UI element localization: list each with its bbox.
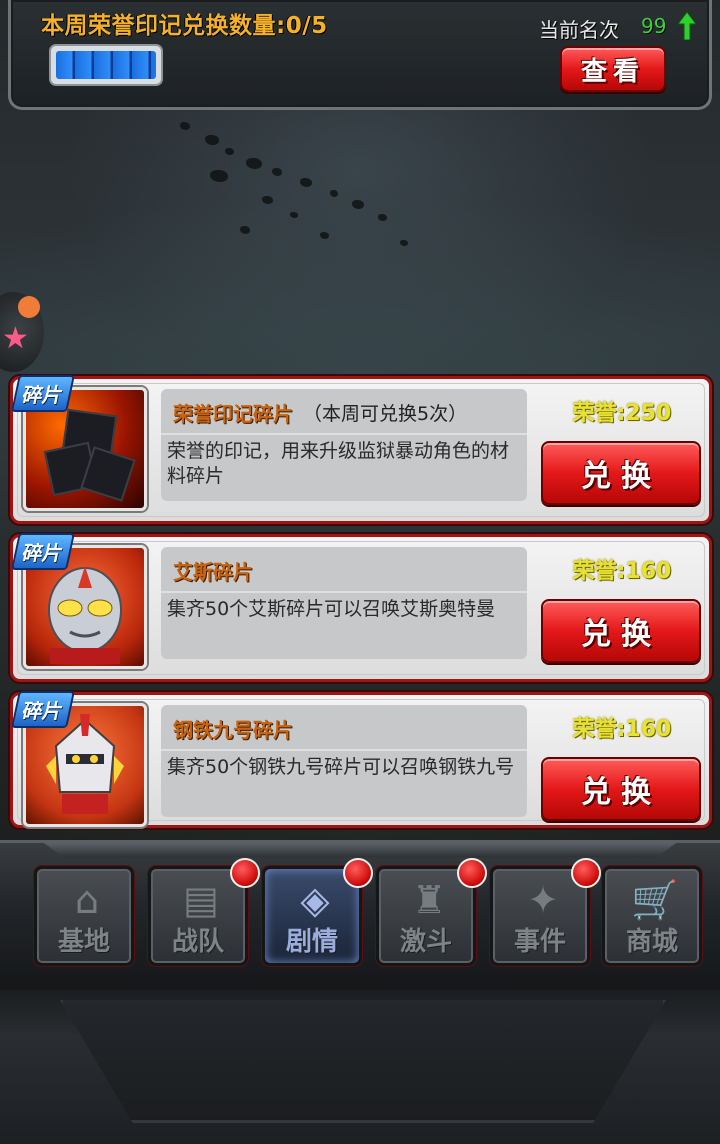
nav-base[interactable]: ⌂ 基地 <box>34 866 134 966</box>
item-name: 艾斯碎片 <box>173 559 253 584</box>
notification-dot <box>571 858 601 888</box>
progress-bar-fill <box>56 51 156 79</box>
exchange-button[interactable]: 兑换 <box>541 599 701 663</box>
nav-label: 事件 <box>513 927 566 957</box>
nav-label: 商城 <box>625 927 678 957</box>
view-ranking-button[interactable]: 查看 <box>560 46 666 92</box>
notification-dot <box>343 858 373 888</box>
item-description: 集齐50个艾斯碎片可以召唤艾斯奥特曼 <box>167 598 496 620</box>
exchange-button[interactable]: 兑换 <box>541 441 701 505</box>
exchange-progress-bar <box>49 44 163 86</box>
item-cost: 荣誉:160 <box>572 717 672 742</box>
item-description: 荣誉的印记，用来升级监狱暴动角色的材料碎片 <box>167 440 510 487</box>
item-info-box: 钢铁九号碎片 集齐50个钢铁九号碎片可以召唤钢铁九号 <box>161 705 527 817</box>
star-icon: ★ <box>2 321 29 356</box>
team-cards-icon: ▤ <box>183 878 219 922</box>
fragment-tag: 碎片 <box>11 691 75 728</box>
item-name: 钢铁九号碎片 <box>173 717 293 742</box>
arrow-up-icon <box>678 12 696 40</box>
exchange-item-card: 碎片 艾斯碎片 集齐50个艾斯碎片可以召唤艾斯奥特曼 荣誉:160 兑换 <box>10 533 712 682</box>
item-weekly-limit: （本周可兑换5次） <box>303 402 468 425</box>
nav-label: 基地 <box>57 927 110 957</box>
nav-label: 激斗 <box>399 927 452 957</box>
weekly-exchange-count: 本周荣誉印记兑换数量:0/5 <box>41 13 328 39</box>
side-event-dot <box>18 296 40 318</box>
nav-label: 剧情 <box>285 927 338 957</box>
item-name: 荣誉印记碎片 <box>173 401 293 426</box>
event-monster-icon: ✦ <box>527 878 559 922</box>
exchange-button[interactable]: 兑换 <box>541 757 701 821</box>
exchange-item-card: 碎片 钢铁九号碎片 集齐50个钢铁九号碎片可以召唤钢铁九号 荣誉:160 兑换 <box>10 691 712 828</box>
shopping-cart-icon: 🛒 <box>631 878 679 922</box>
base-icon: ⌂ <box>74 878 100 922</box>
nav-shop[interactable]: 🛒 商城 <box>602 866 702 966</box>
item-description: 集齐50个钢铁九号碎片可以召唤钢铁九号 <box>167 756 515 778</box>
rank-value: 99 <box>641 14 667 38</box>
notification-dot <box>457 858 487 888</box>
fragment-tag: 碎片 <box>11 533 75 570</box>
fragment-tag: 碎片 <box>11 375 75 412</box>
battle-helmet-icon: ♜ <box>411 878 447 922</box>
item-cost: 荣誉:250 <box>572 401 672 426</box>
bottom-frame-decoration <box>60 1000 666 1123</box>
story-ultraman-icon: ◈ <box>300 878 330 922</box>
notification-dot <box>230 858 260 888</box>
divider <box>161 749 527 751</box>
rank-label: 当前名次 <box>539 18 619 42</box>
item-cost: 荣誉:160 <box>572 559 672 584</box>
item-info-box: 荣誉印记碎片 （本周可兑换5次） 荣誉的印记，用来升级监狱暴动角色的材料碎片 <box>161 389 527 501</box>
divider <box>161 591 527 593</box>
exchange-item-card: 碎片 荣誉印记碎片 （本周可兑换5次） 荣誉的印记，用来升级监狱暴动角色的材料碎… <box>10 375 712 524</box>
item-info-box: 艾斯碎片 集齐50个艾斯碎片可以召唤艾斯奥特曼 <box>161 547 527 659</box>
divider <box>161 433 527 435</box>
nav-label: 战队 <box>171 927 224 957</box>
